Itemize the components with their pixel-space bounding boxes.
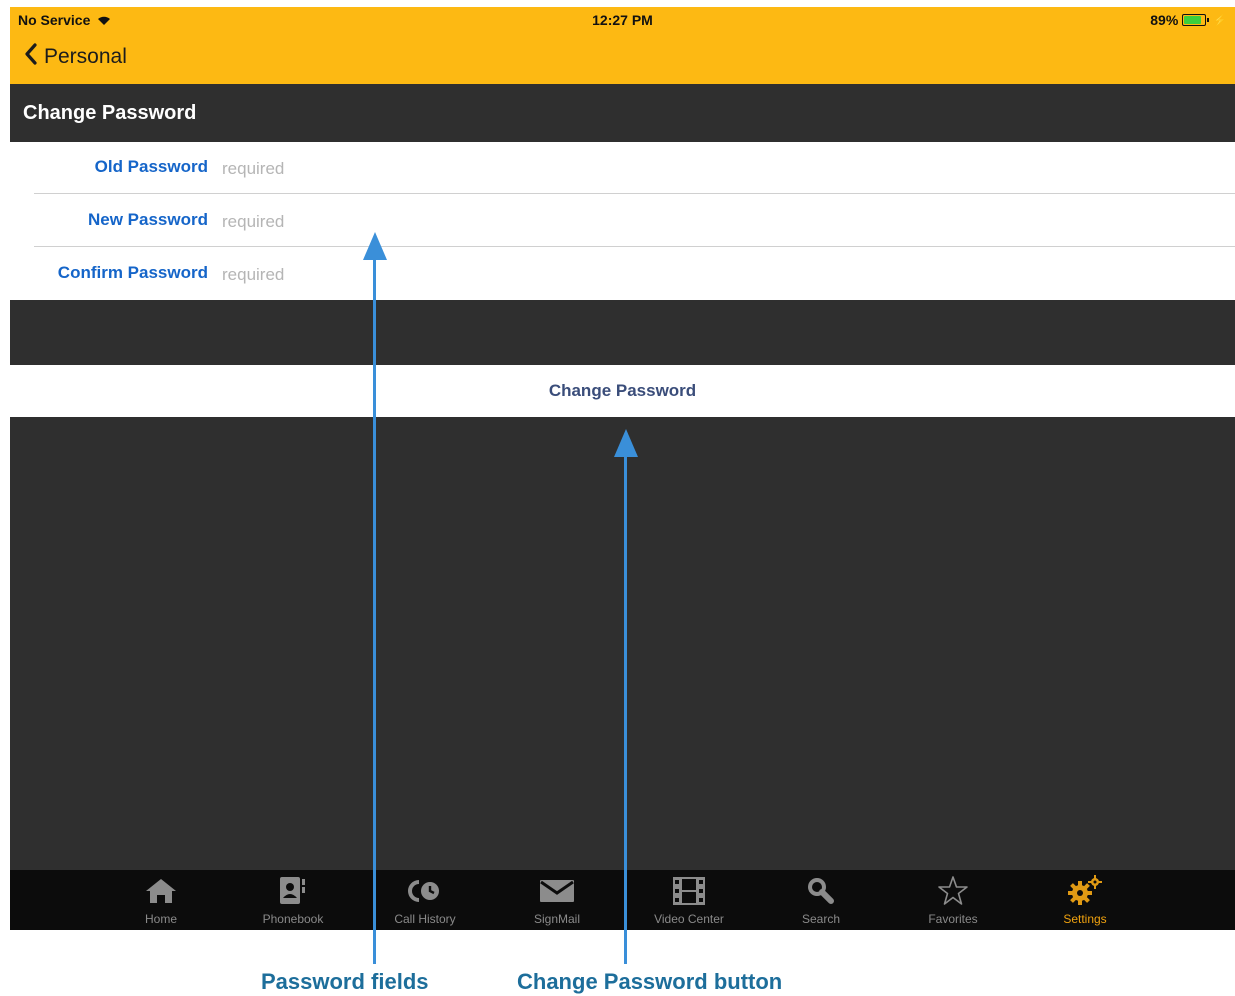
status-bar: No Service 12:27 PM 89% ⚡ bbox=[10, 7, 1235, 33]
old-password-row: Old Password bbox=[10, 142, 1235, 194]
confirm-password-row: Confirm Password bbox=[10, 248, 1235, 300]
phonebook-icon bbox=[227, 876, 359, 906]
password-fields-callout: Password fields bbox=[261, 969, 429, 994]
section-header: Change Password bbox=[10, 84, 1235, 142]
call-history-icon bbox=[359, 876, 491, 906]
back-button-label: Personal bbox=[44, 45, 127, 68]
charging-icon: ⚡ bbox=[1213, 14, 1227, 27]
old-password-field[interactable] bbox=[220, 154, 1024, 184]
password-form: Old Password New Password Confirm Passwo… bbox=[10, 142, 1235, 300]
battery-status: 89% ⚡ bbox=[1150, 12, 1227, 28]
confirm-password-label: Confirm Password bbox=[57, 263, 208, 282]
battery-percent: 89% bbox=[1150, 12, 1179, 28]
tab-label: Phonebook bbox=[262, 912, 324, 926]
tab-label: Home bbox=[144, 912, 177, 926]
tab-label: Settings bbox=[1063, 912, 1107, 926]
search-icon bbox=[755, 876, 887, 906]
arrow-line bbox=[373, 258, 376, 964]
tab-video-center[interactable]: Video Center bbox=[623, 870, 755, 930]
tab-label: Call History bbox=[394, 912, 456, 926]
arrowhead bbox=[363, 232, 387, 260]
change-password-row: Change Password bbox=[10, 365, 1235, 417]
tab-phonebook[interactable]: Phonebook bbox=[227, 870, 359, 930]
chevron-left-icon bbox=[24, 43, 38, 71]
tab-call-history[interactable]: Call History bbox=[359, 870, 491, 930]
tab-label: Favorites bbox=[928, 912, 978, 926]
divider bbox=[34, 193, 1235, 194]
arrow-line bbox=[624, 455, 627, 964]
tab-home[interactable]: Home bbox=[95, 870, 227, 930]
new-password-field[interactable] bbox=[220, 207, 1024, 237]
gear-icon bbox=[1019, 875, 1151, 906]
back-button[interactable]: Personal bbox=[24, 43, 127, 71]
new-password-label: New Password bbox=[88, 210, 208, 229]
star-icon bbox=[887, 876, 1019, 906]
app-screen: No Service 12:27 PM 89% ⚡ Personal Chang… bbox=[10, 7, 1235, 930]
film-icon bbox=[623, 876, 755, 906]
page-title: Change Password bbox=[23, 102, 197, 124]
tab-bar: Home Phonebook Call History SignMail Vid… bbox=[10, 870, 1235, 930]
change-password-button[interactable]: Change Password bbox=[549, 381, 696, 401]
envelope-icon bbox=[491, 876, 623, 906]
tab-label: Video Center bbox=[654, 912, 724, 926]
tab-settings[interactable]: Settings bbox=[1019, 870, 1151, 930]
tab-search[interactable]: Search bbox=[755, 870, 887, 930]
divider bbox=[34, 246, 1235, 247]
arrowhead bbox=[614, 429, 638, 457]
change-password-button-callout: Change Password button bbox=[517, 969, 783, 994]
battery-icon bbox=[1182, 14, 1210, 26]
tab-label: SignMail bbox=[533, 912, 581, 926]
tab-label: Search bbox=[801, 912, 841, 926]
clock: 12:27 PM bbox=[592, 12, 653, 28]
old-password-label: Old Password bbox=[94, 157, 208, 176]
tab-signmail[interactable]: SignMail bbox=[491, 870, 623, 930]
confirm-password-field[interactable] bbox=[220, 260, 1024, 290]
tab-favorites[interactable]: Favorites bbox=[887, 870, 1019, 930]
new-password-row: New Password bbox=[10, 195, 1235, 247]
home-icon bbox=[95, 876, 227, 906]
navigation-bar: Personal bbox=[10, 33, 1235, 84]
